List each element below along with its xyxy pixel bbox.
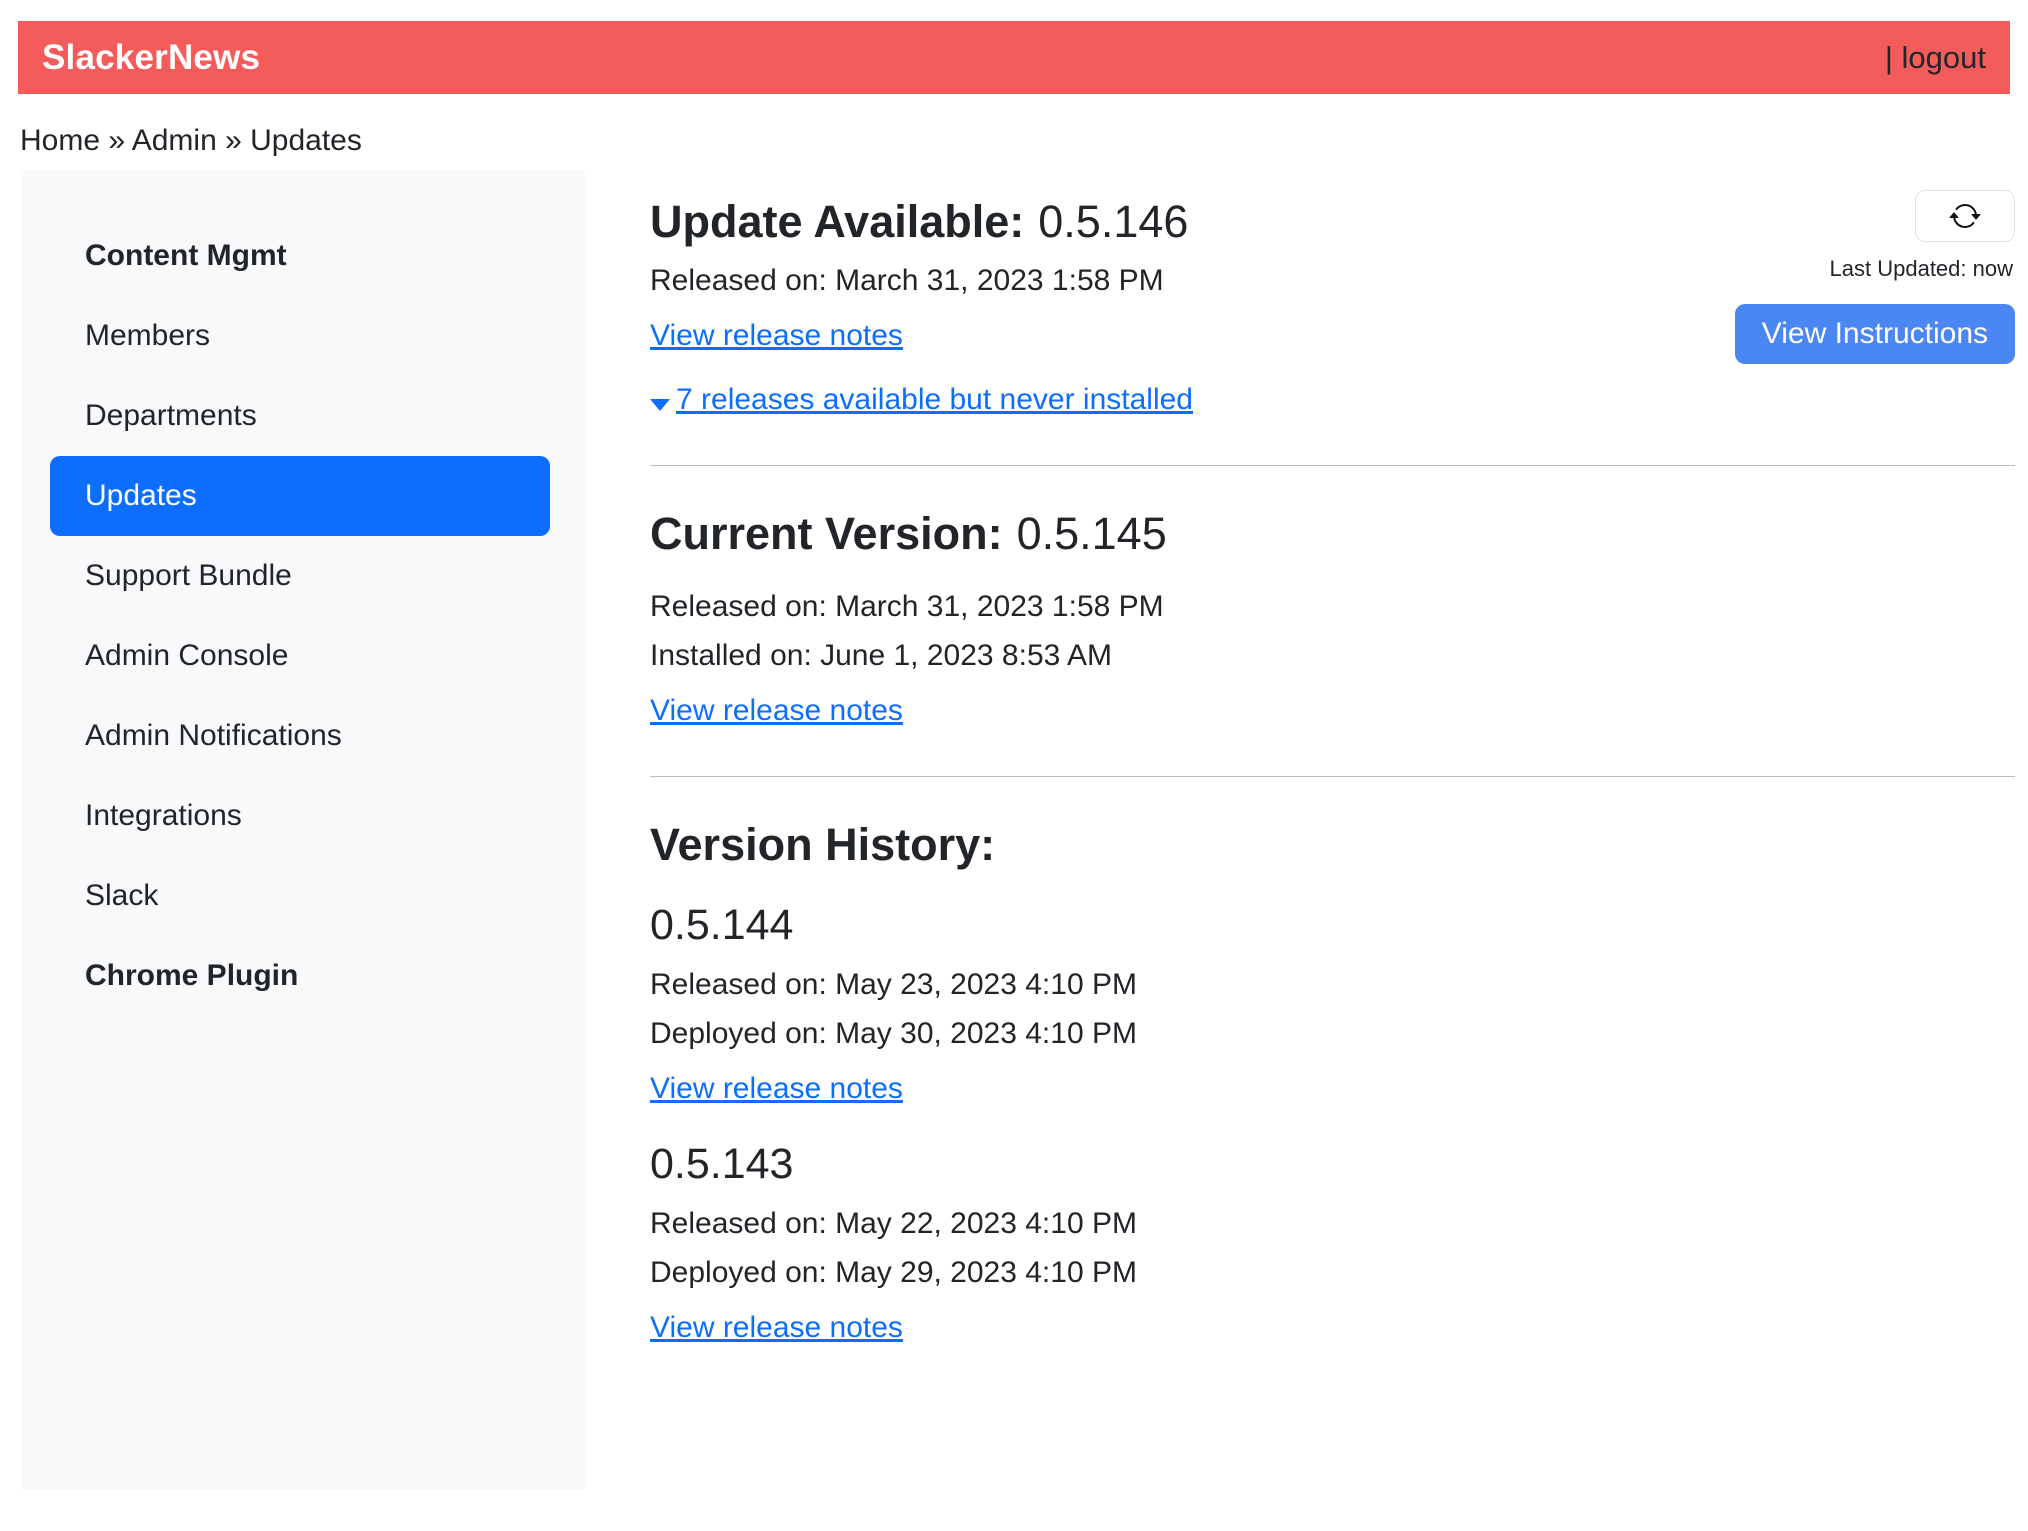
- update-controls: Last Updated: now View Instructions: [1735, 172, 2015, 364]
- view-release-notes-link[interactable]: View release notes: [650, 694, 903, 728]
- view-release-notes-link[interactable]: View release notes: [650, 319, 903, 353]
- sidebar-item-support-bundle[interactable]: Support Bundle: [21, 536, 585, 616]
- app-root: SlackerNews | logout Home » Admin » Upda…: [0, 21, 2028, 1531]
- installed-on-text: Installed on: June 1, 2023 8:53 AM: [650, 639, 2015, 673]
- sidebar-item-chrome-plugin[interactable]: Chrome Plugin: [21, 936, 585, 1016]
- caret-down-icon: [650, 399, 670, 411]
- sidebar-item-members[interactable]: Members: [21, 296, 585, 376]
- breadcrumb[interactable]: Home » Admin » Updates: [20, 124, 2010, 158]
- update-available-label: Update Available:: [650, 196, 1024, 247]
- sidebar-item-admin-notifications[interactable]: Admin Notifications: [21, 696, 585, 776]
- sidebar-item-departments[interactable]: Departments: [21, 376, 585, 456]
- released-on-text: Released on: May 23, 2023 4:10 PM: [650, 968, 2015, 1002]
- current-version-section: Current Version: 0.5.145 Released on: Mar…: [650, 508, 2015, 734]
- update-available-info: Update Available: 0.5.146 Released on: Ma…: [650, 172, 1193, 423]
- top-header-bar: SlackerNews | logout: [18, 21, 2010, 94]
- sidebar-item-integrations[interactable]: Integrations: [21, 776, 585, 856]
- current-version-number: 0.5.145: [1017, 508, 1167, 559]
- last-updated-text: Last Updated: now: [1830, 256, 2013, 282]
- version-history-entry: 0.5.143 Released on: May 22, 2023 4:10 P…: [650, 1140, 2015, 1349]
- view-release-notes-link[interactable]: View release notes: [650, 1072, 903, 1106]
- current-version-heading: Current Version: 0.5.145: [650, 508, 2015, 560]
- update-available-section: Update Available: 0.5.146 Released on: Ma…: [650, 172, 2015, 423]
- sidebar-item-slack[interactable]: Slack: [21, 856, 585, 936]
- section-divider: [650, 776, 2015, 777]
- released-on-text: Released on: March 31, 2023 1:58 PM: [650, 264, 1193, 298]
- version-history-section: Version History: 0.5.144 Released on: Ma…: [650, 819, 2015, 1349]
- refresh-button[interactable]: [1915, 190, 2015, 242]
- section-divider: [650, 465, 2015, 466]
- version-history-entry: 0.5.144 Released on: May 23, 2023 4:10 P…: [650, 901, 2015, 1110]
- released-on-text: Released on: March 31, 2023 1:58 PM: [650, 590, 2015, 624]
- deployed-on-text: Deployed on: May 30, 2023 4:10 PM: [650, 1017, 2015, 1051]
- releases-expander[interactable]: 7 releases available but never installed: [650, 377, 1193, 423]
- history-version-number: 0.5.144: [650, 901, 2015, 950]
- sidebar-item-content-mgmt[interactable]: Content Mgmt: [21, 216, 585, 296]
- releases-available-link[interactable]: 7 releases available but never installed: [676, 383, 1193, 417]
- view-instructions-button[interactable]: View Instructions: [1735, 304, 2015, 364]
- current-version-label: Current Version:: [650, 508, 1003, 559]
- sidebar-nav: Content Mgmt Members Departments Updates…: [21, 170, 585, 1490]
- refresh-icon: [1949, 200, 1981, 232]
- main-content: Update Available: 0.5.146 Released on: Ma…: [585, 170, 2015, 1349]
- update-available-version: 0.5.146: [1038, 196, 1188, 247]
- logout-link[interactable]: | logout: [1885, 40, 1986, 76]
- version-history-heading: Version History:: [650, 819, 2015, 871]
- view-release-notes-link[interactable]: View release notes: [650, 1311, 903, 1345]
- sidebar-item-updates[interactable]: Updates: [50, 456, 550, 536]
- released-on-text: Released on: May 22, 2023 4:10 PM: [650, 1207, 2015, 1241]
- app-title[interactable]: SlackerNews: [42, 38, 260, 78]
- history-version-number: 0.5.143: [650, 1140, 2015, 1189]
- sidebar-item-admin-console[interactable]: Admin Console: [21, 616, 585, 696]
- update-available-heading: Update Available: 0.5.146: [650, 196, 1193, 248]
- deployed-on-text: Deployed on: May 29, 2023 4:10 PM: [650, 1256, 2015, 1290]
- content-layout: Content Mgmt Members Departments Updates…: [0, 170, 2028, 1490]
